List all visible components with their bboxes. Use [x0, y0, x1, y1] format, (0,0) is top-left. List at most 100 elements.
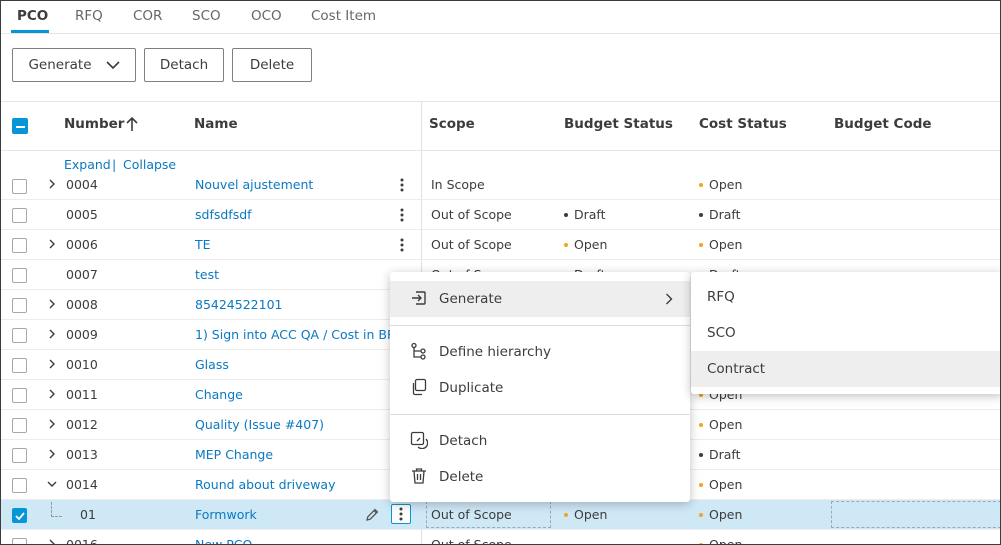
menu-item-label: Define hierarchy	[439, 344, 552, 360]
tab-sco[interactable]: SCO	[192, 8, 221, 24]
row-checkbox[interactable]	[12, 448, 27, 463]
row-scope: In Scope	[431, 177, 485, 192]
tab-cost-item[interactable]: Cost Item	[311, 8, 376, 24]
status-draft-dot	[564, 212, 568, 217]
row-checkbox[interactable]	[12, 179, 27, 194]
row-name-link[interactable]: test	[195, 267, 219, 282]
row-checkbox[interactable]	[12, 328, 27, 343]
menu-item-generate[interactable]: Generate	[390, 281, 690, 317]
row-name-link[interactable]: 85424522101	[195, 297, 282, 312]
status-open-dot	[699, 422, 703, 427]
generate-dropdown-button[interactable]: Generate	[12, 48, 136, 82]
row-checkbox-checked[interactable]	[12, 508, 27, 523]
hierarchy-connector	[51, 502, 62, 517]
chevron-right-icon[interactable]	[46, 178, 58, 190]
chevron-right-icon[interactable]	[46, 358, 58, 370]
table-row[interactable]: 0005 sdfsdfsdf Out of Scope Draft Draft	[1, 200, 1000, 230]
row-checkbox[interactable]	[12, 478, 27, 493]
more-vertical-icon[interactable]	[393, 206, 411, 224]
table-row[interactable]: 0006 TE Out of Scope Open Open	[1, 230, 1000, 260]
status-open-dot	[564, 242, 568, 247]
row-number: 0010	[66, 357, 98, 372]
row-name-link[interactable]: New PCO	[195, 537, 252, 544]
column-header-cost-status[interactable]: Cost Status	[699, 116, 787, 132]
tab-pco[interactable]: PCO	[17, 8, 48, 24]
row-checkbox[interactable]	[12, 388, 27, 403]
tab-cor[interactable]: COR	[133, 8, 162, 24]
chevron-right-icon[interactable]	[46, 448, 58, 460]
more-vertical-icon[interactable]	[391, 504, 411, 524]
column-header-number[interactable]: Number	[64, 116, 124, 132]
row-budget-status: Open	[564, 237, 607, 252]
delete-button[interactable]: Delete	[232, 48, 312, 82]
pencil-edit-icon[interactable]	[364, 507, 380, 527]
chevron-down-icon[interactable]	[46, 478, 58, 490]
row-cost-status: Open	[699, 537, 742, 544]
row-checkbox[interactable]	[12, 538, 27, 544]
row-context-menu: Generate Define hierarchy Duplicate Deta…	[390, 272, 690, 502]
select-all-checkbox[interactable]	[12, 118, 28, 134]
row-name-link[interactable]: Nouvel ajustement	[195, 177, 313, 192]
row-number: 0013	[66, 447, 98, 462]
duplicate-icon	[410, 378, 428, 396]
row-name-link[interactable]: Quality (Issue #407)	[195, 417, 324, 432]
chevron-right-icon[interactable]	[46, 328, 58, 340]
detach-button[interactable]: Detach	[144, 48, 224, 82]
row-cost-status: Draft	[699, 207, 741, 222]
row-name-link[interactable]: Change	[195, 387, 243, 402]
budget-code-cell-editable[interactable]	[831, 501, 1000, 528]
row-name-link[interactable]: sdfsdfsdf	[195, 207, 252, 222]
row-name-link[interactable]: MEP Change	[195, 447, 273, 462]
submenu-item-rfq[interactable]: RFQ	[691, 279, 1000, 315]
row-number: 0014	[66, 477, 98, 492]
menu-item-define-hierarchy[interactable]: Define hierarchy	[390, 334, 690, 370]
table-row[interactable]: 0004 Nouvel ajustement In Scope Open	[1, 170, 1000, 200]
submenu-item-contract[interactable]: Contract	[691, 351, 1000, 387]
menu-item-detach[interactable]: Detach	[390, 423, 690, 459]
row-checkbox[interactable]	[12, 268, 27, 283]
row-number: 0005	[66, 207, 98, 222]
row-checkbox[interactable]	[12, 418, 27, 433]
row-checkbox[interactable]	[12, 208, 27, 223]
more-vertical-icon[interactable]	[393, 176, 411, 194]
row-checkbox[interactable]	[12, 298, 27, 313]
row-name-link[interactable]: 1) Sign into ACC QA / Cost in BR...	[195, 327, 407, 342]
menu-item-duplicate[interactable]: Duplicate	[390, 370, 690, 406]
row-name-link[interactable]: Round about driveway	[195, 477, 335, 492]
menu-item-label: Detach	[439, 433, 488, 449]
row-name-link[interactable]: TE	[195, 237, 211, 252]
chevron-right-icon[interactable]	[46, 538, 58, 544]
row-scope: Out of Scope	[431, 237, 512, 252]
row-checkbox[interactable]	[12, 238, 27, 253]
column-header-scope[interactable]: Scope	[429, 116, 475, 132]
chevron-right-icon[interactable]	[46, 238, 58, 250]
row-name-link[interactable]: Glass	[195, 357, 229, 372]
submenu-item-label: RFQ	[707, 289, 735, 305]
indeterminate-icon	[16, 125, 25, 128]
row-cost-status: Open	[699, 177, 742, 192]
column-header-budget-status[interactable]: Budget Status	[564, 116, 673, 132]
row-cost-status: Open	[699, 237, 742, 252]
row-number: 0007	[66, 267, 98, 282]
table-row-selected[interactable]: 01 Formwork Out of Scope Open Open	[1, 500, 1000, 530]
row-checkbox[interactable]	[12, 358, 27, 373]
row-name-link[interactable]: Formwork	[195, 507, 257, 522]
row-scope: Out of Scope	[431, 507, 512, 522]
submenu-item-sco[interactable]: SCO	[691, 315, 1000, 351]
column-header-name[interactable]: Name	[194, 116, 238, 132]
tab-oco[interactable]: OCO	[251, 8, 282, 24]
table-row[interactable]: 0016 New PCO Out of Scope Open	[1, 530, 1000, 544]
tab-bar: PCO RFQ COR SCO OCO Cost Item	[1, 1, 1000, 34]
row-number: 0009	[66, 327, 98, 342]
menu-item-delete[interactable]: Delete	[390, 459, 690, 495]
more-vertical-icon[interactable]	[393, 236, 411, 254]
chevron-right-icon[interactable]	[46, 388, 58, 400]
chevron-right-icon[interactable]	[46, 298, 58, 310]
submenu-item-label: Contract	[707, 361, 766, 377]
tab-rfq[interactable]: RFQ	[75, 8, 103, 24]
column-header-budget-code[interactable]: Budget Code	[834, 116, 932, 132]
sort-ascending-icon[interactable]	[125, 116, 139, 136]
trash-icon	[410, 467, 428, 485]
generate-submenu: RFQ SCO Contract	[691, 272, 1000, 394]
chevron-right-icon[interactable]	[46, 418, 58, 430]
